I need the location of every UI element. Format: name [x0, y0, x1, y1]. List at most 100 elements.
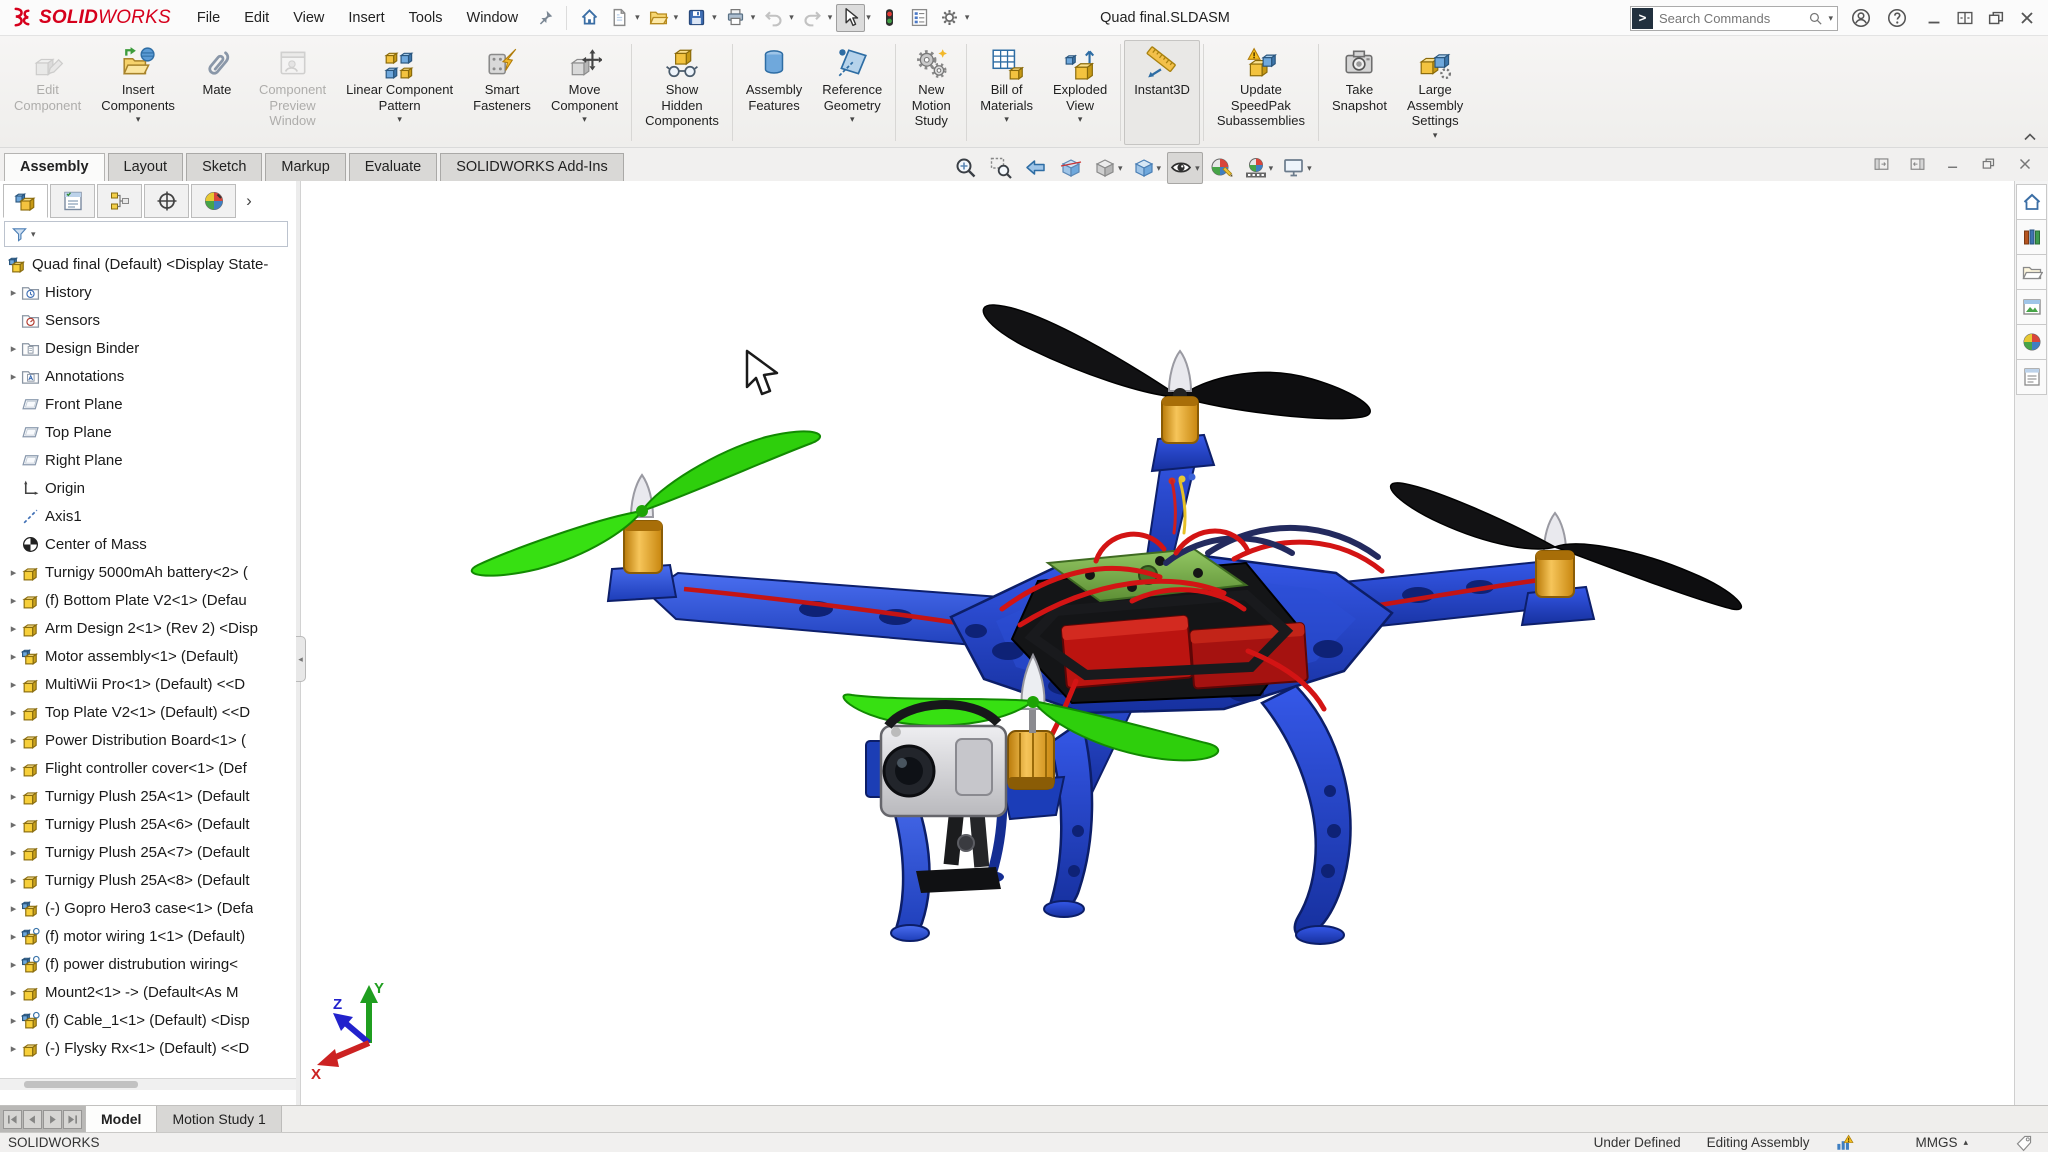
- dropdown-icon[interactable]: ▾: [1118, 163, 1123, 174]
- taskpane-file-explorer-button[interactable]: [2016, 254, 2047, 290]
- tree-item-turnigy-plush-25a-8-default[interactable]: ▸Turnigy Plush 25A<8> (Default: [0, 866, 296, 894]
- edit-component-button[interactable]: Edit Component: [4, 40, 91, 145]
- tree-item-power-distribution-board-1[interactable]: ▸Power Distribution Board<1> (: [0, 726, 296, 754]
- doc-restore-button[interactable]: [1978, 153, 2000, 175]
- search-input[interactable]: [1657, 10, 1802, 27]
- search-commands-box[interactable]: > ▾: [1630, 6, 1838, 31]
- taskpane-home-button[interactable]: [2016, 184, 2047, 220]
- large-assembly-settings-button[interactable]: Large Assembly Settings▾: [1397, 40, 1473, 145]
- menu-file[interactable]: File: [185, 3, 232, 33]
- tree-item-right-plane[interactable]: Right Plane: [0, 446, 296, 474]
- expand-arrow-icon[interactable]: ▸: [6, 986, 21, 999]
- previous-view-button[interactable]: [1020, 152, 1052, 184]
- pin-menu-icon[interactable]: [532, 5, 558, 31]
- tree-item-f-power-distrubution-wiring[interactable]: ▸(f) power distrubution wiring<: [0, 950, 296, 978]
- panel-tab-propertymanager[interactable]: [50, 184, 95, 218]
- tree-item-gopro-hero3-case-1-defa[interactable]: ▸(-) Gopro Hero3 case<1> (Defa: [0, 894, 296, 922]
- panel-tab-configurationmanager[interactable]: [97, 184, 142, 218]
- expand-arrow-icon[interactable]: ▸: [6, 874, 21, 887]
- dropdown-icon[interactable]: ▾: [1195, 163, 1200, 174]
- expand-arrow-icon[interactable]: ▸: [6, 342, 21, 355]
- last-tab-button[interactable]: [63, 1110, 82, 1129]
- tab-evaluate[interactable]: Evaluate: [349, 153, 437, 181]
- menu-view[interactable]: View: [281, 3, 336, 33]
- panel-tab-dimxpertmanager[interactable]: [144, 184, 189, 218]
- rebuild-traffic-light-button[interactable]: [875, 4, 904, 32]
- tree-item-f-cable-1-1-default-disp[interactable]: ▸(f) Cable_1<1> (Default) <Disp: [0, 1006, 296, 1034]
- tree-item-annotations[interactable]: ▸Annotations: [0, 362, 296, 390]
- first-tab-button[interactable]: [3, 1110, 22, 1129]
- mate-button[interactable]: Mate: [185, 40, 249, 145]
- exploded-view-button[interactable]: Exploded View▾: [1043, 40, 1117, 145]
- next-tab-button[interactable]: [43, 1110, 62, 1129]
- bill-of-materials-button[interactable]: Bill of Materials▾: [970, 40, 1043, 145]
- tab-motion-study-1[interactable]: Motion Study 1: [157, 1106, 281, 1132]
- expand-arrow-icon[interactable]: ▸: [6, 706, 21, 719]
- select-button[interactable]: [836, 4, 865, 32]
- expand-arrow-icon[interactable]: ▸: [6, 818, 21, 831]
- doc-minimize-button[interactable]: [1942, 153, 1964, 175]
- expand-arrow-icon[interactable]: ▸: [6, 650, 21, 663]
- tree-item-multiwii-pro-1-default-d[interactable]: ▸MultiWii Pro<1> (Default) <<D: [0, 670, 296, 698]
- redo-dropdown-icon[interactable]: ▾: [828, 12, 836, 23]
- close-button[interactable]: [2013, 5, 2040, 31]
- collapse-ribbon-button[interactable]: [2020, 130, 2040, 144]
- open-button[interactable]: [644, 4, 673, 32]
- new-document-button[interactable]: [605, 4, 634, 32]
- options-dropdown-icon[interactable]: ▾: [965, 12, 973, 23]
- menu-edit[interactable]: Edit: [232, 3, 281, 33]
- expand-arrow-icon[interactable]: ▸: [6, 594, 21, 607]
- tree-item-top-plate-v2-1-default-d[interactable]: ▸Top Plate V2<1> (Default) <<D: [0, 698, 296, 726]
- panel-collapse-grip[interactable]: ◂: [296, 636, 306, 682]
- tree-item-turnigy-plush-25a-6-default[interactable]: ▸Turnigy Plush 25A<6> (Default: [0, 810, 296, 838]
- split-panes-button[interactable]: [1951, 5, 1978, 31]
- login-user-icon[interactable]: [1848, 5, 1874, 31]
- previous-tab-button[interactable]: [23, 1110, 42, 1129]
- display-style-button[interactable]: ▾: [1129, 152, 1165, 184]
- edit-appearance-button[interactable]: [1206, 152, 1238, 184]
- collapse-pane-left-icon[interactable]: [1870, 153, 1892, 175]
- minimize-button[interactable]: [1920, 5, 1947, 31]
- expand-arrow-icon[interactable]: ▸: [6, 370, 21, 383]
- units-selector[interactable]: MMGS ▴: [1915, 1135, 1968, 1150]
- taskpane-appearances-scenes-button[interactable]: [2016, 324, 2047, 360]
- tab-model[interactable]: Model: [85, 1106, 157, 1132]
- tree-horizontal-scrollbar[interactable]: [0, 1078, 296, 1090]
- expand-arrow-icon[interactable]: ▸: [6, 286, 21, 299]
- tree-root-item[interactable]: Quad final (Default) <Display State-: [0, 250, 296, 278]
- expand-arrow-icon[interactable]: ▸: [6, 622, 21, 635]
- view-settings-button[interactable]: ▾: [1279, 152, 1315, 184]
- dropdown-icon[interactable]: ▾: [1307, 163, 1312, 174]
- expand-arrow-icon[interactable]: ▸: [6, 1042, 21, 1055]
- new-document-dropdown-icon[interactable]: ▾: [635, 12, 643, 23]
- dropdown-icon[interactable]: ▾: [850, 114, 855, 124]
- move-component-button[interactable]: Move Component▾: [541, 40, 628, 145]
- home-button[interactable]: [575, 4, 604, 32]
- tree-item-mount2-1-default-as-m[interactable]: ▸Mount2<1> -> (Default<As M: [0, 978, 296, 1006]
- search-dropdown[interactable]: ▾: [1828, 13, 1836, 24]
- assembly-features-button[interactable]: Assembly Features: [736, 40, 812, 145]
- restore-button[interactable]: [1982, 5, 2009, 31]
- smart-fasteners-button[interactable]: Smart Fasteners: [463, 40, 541, 145]
- tree-item-turnigy-5000mah-battery-2[interactable]: ▸Turnigy 5000mAh battery<2> (: [0, 558, 296, 586]
- doc-close-button[interactable]: [2014, 153, 2036, 175]
- expand-arrow-icon[interactable]: ▸: [6, 902, 21, 915]
- options-button[interactable]: [935, 4, 964, 32]
- tree-item-top-plane[interactable]: Top Plane: [0, 418, 296, 446]
- tab-solidworks-add-ins[interactable]: SOLIDWORKS Add-Ins: [440, 153, 624, 181]
- tree-item-f-motor-wiring-1-1-default[interactable]: ▸(f) motor wiring 1<1> (Default): [0, 922, 296, 950]
- dropdown-icon[interactable]: ▾: [1433, 130, 1438, 140]
- panel-tab-featuremanager-design-tree[interactable]: [3, 184, 48, 218]
- tab-markup[interactable]: Markup: [265, 153, 345, 181]
- tab-assembly[interactable]: Assembly: [4, 153, 105, 181]
- menu-insert[interactable]: Insert: [336, 3, 396, 33]
- hide-show-items-button[interactable]: ▾: [1167, 152, 1203, 184]
- drone-3d-model[interactable]: [301, 181, 2014, 1105]
- tree-item-center-of-mass[interactable]: Center of Mass: [0, 530, 296, 558]
- tree-item-turnigy-plush-25a-1-default[interactable]: ▸Turnigy Plush 25A<1> (Default: [0, 782, 296, 810]
- tag-icon[interactable]: [2014, 1134, 2034, 1152]
- help-icon[interactable]: [1884, 5, 1910, 31]
- dropdown-icon[interactable]: ▾: [1078, 114, 1083, 124]
- component-preview-window-button[interactable]: Component Preview Window: [249, 40, 336, 145]
- save-button[interactable]: [682, 4, 711, 32]
